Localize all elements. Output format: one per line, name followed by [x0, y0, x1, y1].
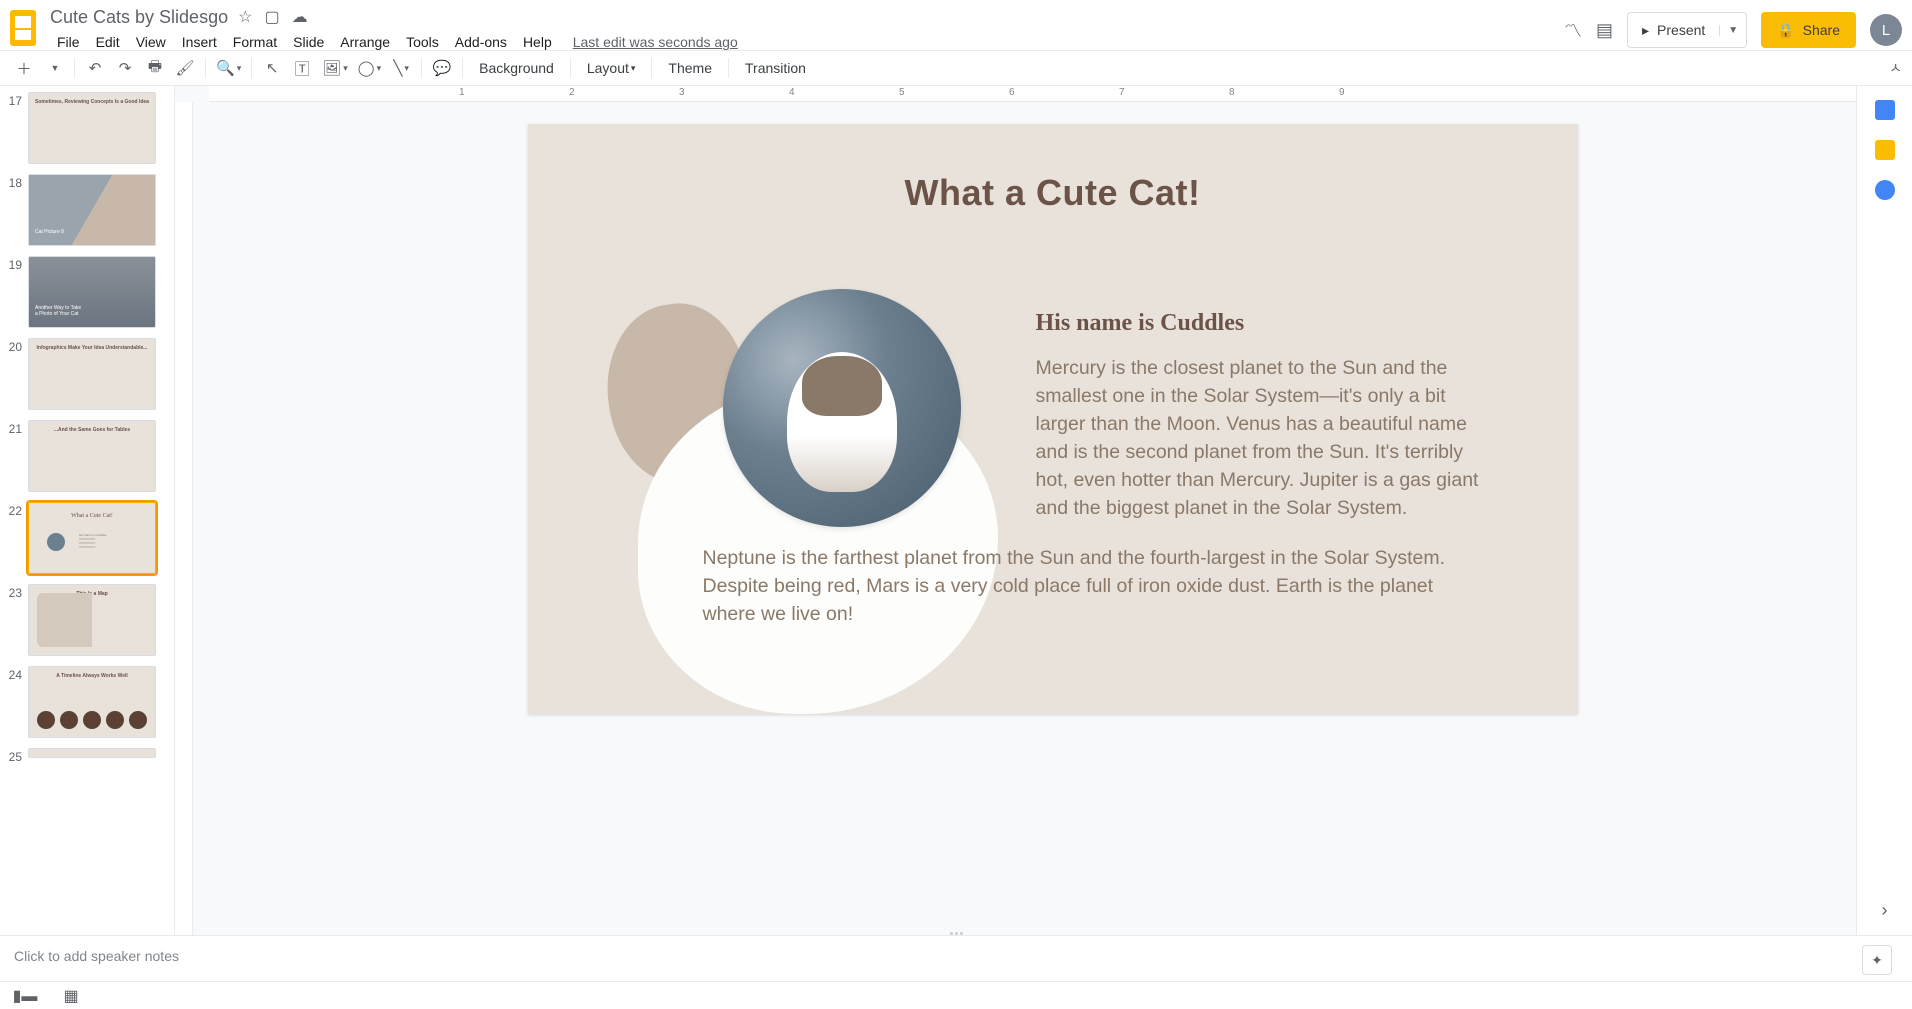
- slide-number: 23: [6, 584, 28, 656]
- redo-button[interactable]: ↷: [111, 54, 139, 82]
- new-slide-button[interactable]: ＋: [10, 54, 38, 82]
- theme-button[interactable]: Theme: [658, 54, 722, 82]
- hide-sidepanel-icon[interactable]: ›: [1882, 900, 1888, 921]
- canvas-area: 1 2 3 4 5 6 7 8 9 What a Cute Cat! His n…: [175, 86, 1912, 935]
- thumb-cat-image-icon: [47, 533, 65, 551]
- toolbar: ＋ ▼ ↶ ↷ 🖶 🖌 🔍▾ ↖ 🅃 🖼▾ ◯▾ ╲▾ 💬 Background…: [0, 50, 1912, 86]
- app-header: Cute Cats by Slidesgo ☆ ▢ ☁ File Edit Vi…: [0, 0, 1912, 50]
- slide-thumb-18[interactable]: Cat Picture 8: [28, 174, 156, 246]
- line-tool[interactable]: ╲▾: [387, 54, 415, 82]
- slide-number: 22: [6, 502, 28, 574]
- cat-photo-icon[interactable]: [723, 289, 961, 527]
- slide-content[interactable]: What a Cute Cat! His name is Cuddles Mer…: [528, 124, 1578, 714]
- collapse-toolbar-icon[interactable]: ㅅ: [1889, 58, 1902, 78]
- share-label: Share: [1803, 22, 1840, 38]
- workspace: 17 Sometimes, Reviewing Concepts Is a Go…: [0, 86, 1912, 935]
- slide-thumb-24[interactable]: A Timeline Always Works Well: [28, 666, 156, 738]
- textbox-tool[interactable]: 🅃: [288, 54, 316, 82]
- paint-format-button[interactable]: 🖌: [171, 54, 199, 82]
- slide-title[interactable]: What a Cute Cat!: [528, 172, 1578, 214]
- slide-number: 18: [6, 174, 28, 246]
- slide-number: 20: [6, 338, 28, 410]
- slide-paragraph-2[interactable]: Neptune is the farthest planet from the …: [703, 544, 1483, 628]
- star-icon[interactable]: ☆: [238, 7, 252, 27]
- activity-icon[interactable]: 〽: [1564, 17, 1582, 43]
- present-play-icon: ▸: [1642, 22, 1649, 39]
- move-icon[interactable]: ▢: [264, 7, 279, 27]
- doc-title[interactable]: Cute Cats by Slidesgo: [50, 7, 228, 28]
- slide-thumb-22-selected[interactable]: What a Cute Cat! His name is Cuddles━━━━…: [28, 502, 156, 574]
- slide-number: 21: [6, 420, 28, 492]
- zoom-button[interactable]: 🔍▾: [212, 54, 245, 82]
- image-tool[interactable]: 🖼▾: [318, 54, 352, 82]
- slide-paragraph-1[interactable]: Mercury is the closest planet to the Sun…: [1036, 354, 1483, 522]
- comments-icon[interactable]: ▤: [1596, 20, 1613, 41]
- slide-thumb-20[interactable]: Infographics Make Your Idea Understandab…: [28, 338, 156, 410]
- vertical-ruler[interactable]: [175, 102, 193, 935]
- slide-number: 24: [6, 666, 28, 738]
- filmstrip-view-icon[interactable]: ▮▬: [12, 987, 38, 1005]
- calendar-icon[interactable]: [1875, 100, 1895, 120]
- present-button[interactable]: ▸ Present ▼: [1627, 12, 1747, 48]
- side-panel: ›: [1856, 86, 1912, 935]
- undo-button[interactable]: ↶: [81, 54, 109, 82]
- notes-placeholder[interactable]: Click to add speaker notes: [14, 948, 179, 964]
- cloud-icon[interactable]: ☁: [292, 7, 308, 27]
- slide-thumb-23[interactable]: This Is a Map: [28, 584, 156, 656]
- slide-subtitle[interactable]: His name is Cuddles: [1036, 310, 1245, 337]
- slide-number: 17: [6, 92, 28, 164]
- slide-thumb-25[interactable]: [28, 748, 156, 758]
- comment-tool[interactable]: 💬: [428, 54, 456, 82]
- select-tool[interactable]: ↖: [258, 54, 286, 82]
- slide-canvas[interactable]: What a Cute Cat! His name is Cuddles Mer…: [193, 102, 1912, 935]
- slide-thumb-17[interactable]: Sometimes, Reviewing Concepts Is a Good …: [28, 92, 156, 164]
- title-area: Cute Cats by Slidesgo ☆ ▢ ☁ File Edit Vi…: [50, 6, 1564, 54]
- shape-tool[interactable]: ◯▾: [354, 54, 385, 82]
- slide-number: 19: [6, 256, 28, 328]
- explore-button[interactable]: ✦: [1862, 945, 1892, 975]
- new-slide-dropdown[interactable]: ▼: [40, 54, 68, 82]
- tasks-icon[interactable]: [1875, 180, 1895, 200]
- present-label: Present: [1657, 22, 1705, 38]
- lock-icon: 🔒: [1777, 22, 1794, 39]
- slide-thumb-21[interactable]: ...And the Same Goes for Tables: [28, 420, 156, 492]
- grid-view-icon[interactable]: ▦: [58, 987, 84, 1005]
- horizontal-ruler[interactable]: 1 2 3 4 5 6 7 8 9: [209, 86, 1912, 102]
- speaker-notes[interactable]: Click to add speaker notes ✦: [0, 935, 1912, 981]
- slides-logo-icon[interactable]: [10, 10, 36, 46]
- notes-resize-handle[interactable]: [942, 932, 970, 938]
- background-button[interactable]: Background: [469, 54, 564, 82]
- filmstrip[interactable]: 17 Sometimes, Reviewing Concepts Is a Go…: [0, 86, 175, 935]
- layout-button[interactable]: Layout▾: [577, 54, 646, 82]
- slide-number: 25: [6, 748, 28, 764]
- bottom-bar: ▮▬ ▦: [0, 981, 1912, 1009]
- present-dropdown[interactable]: ▼: [1719, 25, 1746, 36]
- last-edit-link[interactable]: Last edit was seconds ago: [573, 34, 738, 50]
- keep-icon[interactable]: [1875, 140, 1895, 160]
- account-avatar[interactable]: L: [1870, 14, 1902, 46]
- share-button[interactable]: 🔒 Share: [1761, 12, 1856, 48]
- slide-thumb-19[interactable]: Another Way to Take a Photo of Your Cat: [28, 256, 156, 328]
- print-button[interactable]: 🖶: [141, 54, 169, 82]
- transition-button[interactable]: Transition: [735, 54, 816, 82]
